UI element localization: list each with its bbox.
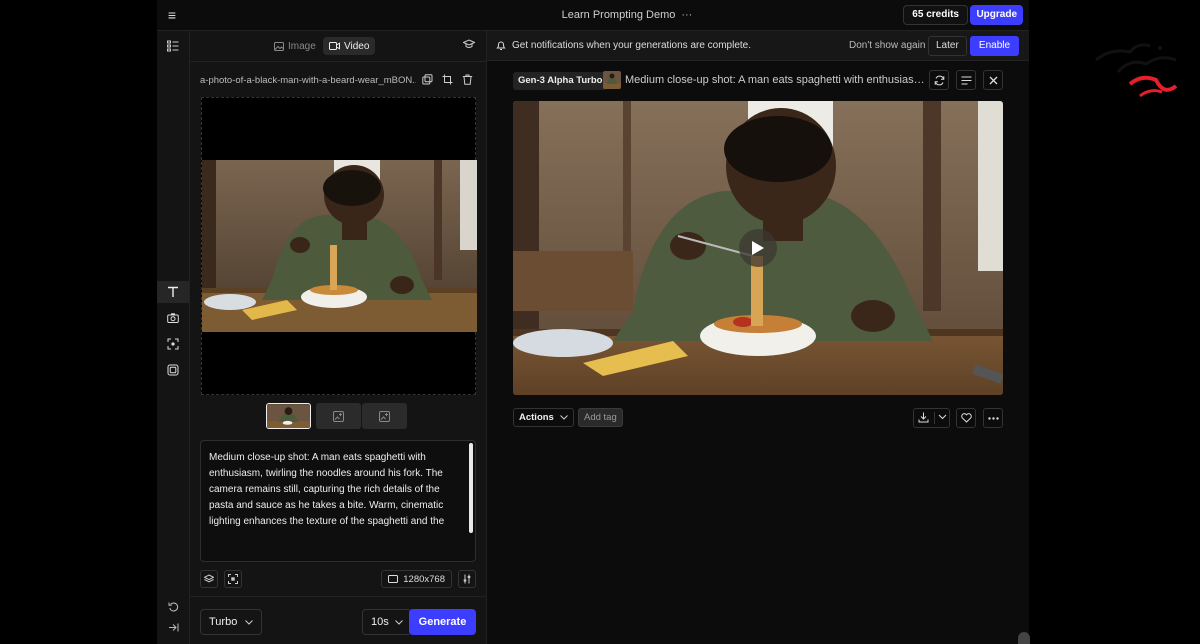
tab-image[interactable]: Image (268, 37, 322, 55)
input-image (202, 160, 477, 332)
motion-brush-icon[interactable] (157, 333, 189, 355)
delete-icon[interactable] (462, 74, 474, 86)
image-slots (266, 403, 408, 429)
notification-text: Get notifications when your generations … (512, 40, 752, 51)
actions-label: Actions (519, 412, 554, 423)
image-slot-last[interactable] (362, 403, 407, 429)
mode-tabs: Image Video (190, 31, 487, 62)
project-title-text: Learn Prompting Demo (561, 9, 676, 21)
app-window: ≡ Learn Prompting Demo ··· 65 credits Upg… (157, 0, 1029, 644)
dont-show-again-button[interactable]: Don't show again (849, 40, 925, 51)
add-image-icon (333, 410, 344, 422)
camera-tool-icon[interactable] (157, 307, 189, 329)
image-icon (274, 41, 284, 51)
model-badge: Gen-3 Alpha Turbo (513, 72, 608, 90)
chevron-down-icon[interactable] (938, 412, 947, 421)
generate-button[interactable]: Generate (409, 609, 476, 635)
tab-video[interactable]: Video (323, 37, 376, 55)
crop-icon[interactable] (442, 74, 454, 86)
add-image-icon (379, 410, 390, 422)
generation-settings-panel: Image Video a-photo-of-a-black-man-with-… (190, 31, 487, 644)
image-slot-middle[interactable] (316, 403, 361, 429)
prompt-scrollbar[interactable] (469, 443, 473, 533)
output-area: Get notifications when your generations … (487, 31, 1029, 644)
details-icon[interactable] (956, 70, 976, 90)
undo-icon[interactable] (157, 598, 189, 614)
layers-icon[interactable] (200, 570, 218, 588)
video-actions-row: Actions Add tag (513, 408, 1003, 428)
generate-bar: Turbo 10s Generate (190, 596, 487, 644)
tab-image-label: Image (288, 40, 316, 52)
text-tool-icon[interactable] (157, 281, 189, 303)
input-file-row: a-photo-of-a-black-man-with-a-beard-wear… (200, 73, 480, 89)
input-image-preview[interactable] (201, 97, 477, 395)
watermark-logo (1090, 38, 1186, 102)
copy-icon[interactable] (422, 74, 434, 86)
download-button[interactable] (913, 408, 950, 428)
corner-handle (1018, 632, 1030, 644)
divider (934, 412, 935, 424)
model-select-label: Turbo (209, 616, 238, 628)
generated-video[interactable] (513, 101, 1003, 395)
generation-thumbnail (603, 71, 621, 89)
frames-tool-icon[interactable] (157, 359, 189, 381)
aspect-ratio-icon (388, 575, 399, 583)
top-bar: ≡ Learn Prompting Demo ··· 65 credits Upg… (157, 0, 1029, 31)
duration-label: 10s (371, 616, 389, 628)
image-slot-first[interactable] (266, 403, 311, 429)
panel-toggle-icon[interactable] (157, 35, 189, 57)
notification-banner: Get notifications when your generations … (487, 31, 1029, 61)
more-options-icon[interactable]: ··· (681, 9, 692, 21)
more-options-icon[interactable] (983, 408, 1003, 428)
download-icon (918, 412, 929, 423)
focus-icon[interactable] (224, 570, 242, 588)
settings-sliders-icon[interactable] (458, 570, 476, 588)
bell-icon (496, 40, 506, 54)
regenerate-icon[interactable] (929, 70, 949, 90)
generation-header: Gen-3 Alpha Turbo Medium close-up shot: … (513, 70, 1003, 92)
collapse-panel-icon[interactable] (157, 619, 189, 635)
graduation-cap-icon[interactable] (462, 39, 476, 52)
duration-select[interactable]: 10s (362, 609, 412, 635)
generation-prompt[interactable]: Medium close-up shot: A man eats spaghet… (625, 74, 925, 86)
favorite-heart-icon[interactable] (956, 408, 976, 428)
chevron-down-icon (245, 619, 254, 625)
later-button[interactable]: Later (928, 36, 967, 56)
play-icon[interactable] (739, 229, 777, 267)
model-select[interactable]: Turbo (200, 609, 263, 635)
actions-dropdown[interactable]: Actions (513, 408, 574, 427)
resolution-button[interactable]: 1280x768 (381, 570, 452, 588)
enable-button[interactable]: Enable (970, 36, 1019, 56)
prompt-textarea[interactable]: Medium close-up shot: A man eats spaghet… (200, 440, 476, 562)
credits-button[interactable]: 65 credits (903, 5, 968, 25)
tool-rail (157, 31, 190, 644)
prompt-text: Medium close-up shot: A man eats spaghet… (209, 452, 445, 527)
close-icon[interactable] (983, 70, 1003, 90)
add-tag-button[interactable]: Add tag (578, 408, 623, 427)
resolution-label: 1280x768 (403, 573, 445, 585)
tab-video-label: Video (344, 40, 370, 52)
video-icon (329, 42, 340, 50)
chevron-down-icon (559, 415, 568, 420)
upgrade-button[interactable]: Upgrade (970, 5, 1023, 25)
chevron-down-icon (394, 619, 403, 625)
generation-options-row: 1280x768 (200, 570, 476, 590)
input-file-name: a-photo-of-a-black-man-with-a-beard-wear… (200, 75, 416, 86)
